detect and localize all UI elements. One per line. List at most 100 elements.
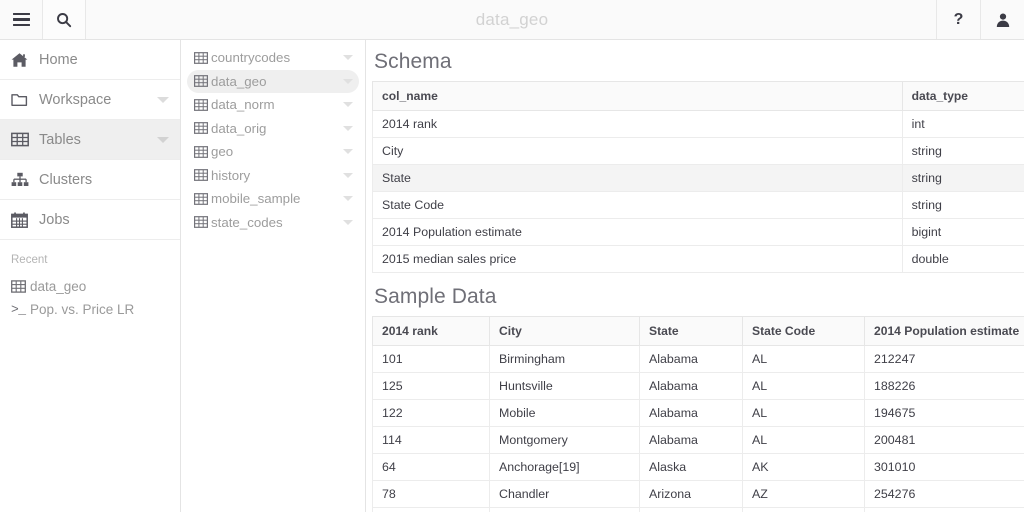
schema-heading: Schema <box>372 50 1024 81</box>
table-row[interactable]: 114 Montgomery Alabama AL 200481 <box>373 427 1024 454</box>
table-icon <box>194 216 211 228</box>
table-row[interactable]: State string <box>373 165 1024 192</box>
hamburger-icon <box>13 13 30 26</box>
sidebar-item-clusters[interactable]: Clusters <box>0 160 180 200</box>
top-bar-actions: ? <box>936 0 1024 39</box>
search-button[interactable] <box>43 0 86 39</box>
table-row[interactable]: 78 Chandler Arizona AZ 254276 <box>373 481 1024 508</box>
sample-cell-state: Alabama <box>640 346 743 373</box>
schema-cell-col-name: City <box>373 138 903 165</box>
recent-section: Recent data_geo >_ <box>0 240 180 321</box>
menu-button[interactable] <box>0 0 43 39</box>
sample-cell-rank: 64 <box>373 454 490 481</box>
table-icon <box>194 52 211 64</box>
account-button[interactable] <box>980 0 1024 39</box>
body: Home Workspace <box>0 40 1024 512</box>
table-list-item-data-orig[interactable]: data_orig <box>187 117 359 141</box>
table-row[interactable]: 125 Huntsville Alabama AL 188226 <box>373 373 1024 400</box>
table-icon <box>194 169 211 181</box>
sample-cell-city: Montgomery <box>490 427 640 454</box>
prompt-icon: >_ <box>11 302 30 317</box>
table-list-item-countrycodes[interactable]: countrycodes <box>187 46 359 70</box>
table-list-item-label: history <box>211 168 337 183</box>
sample-cell-population: 254276 <box>865 481 1024 508</box>
chevron-down-icon[interactable] <box>343 102 353 107</box>
schema-cell-data-type: string <box>902 138 1024 165</box>
sample-column-header[interactable]: State <box>640 317 743 346</box>
sample-cell-rank: 125 <box>373 373 490 400</box>
schema-cell-col-name: State Code <box>373 192 903 219</box>
sidebar-item-label: Clusters <box>39 172 169 188</box>
chevron-down-icon[interactable] <box>343 220 353 225</box>
sample-column-header[interactable]: 2014 Population estimate <box>865 317 1024 346</box>
sample-cell-state: Alabama <box>640 373 743 400</box>
table-row[interactable]: 122 Mobile Alabama AL 194675 <box>373 400 1024 427</box>
sample-cell-population: 239277 <box>865 508 1024 512</box>
sidebar-item-workspace[interactable]: Workspace <box>0 80 180 120</box>
schema-cell-data-type: int <box>902 111 1024 138</box>
help-button[interactable]: ? <box>936 0 980 39</box>
sample-cell-rank: 86 <box>373 508 490 512</box>
chevron-down-icon[interactable] <box>343 173 353 178</box>
sidebar-item-jobs[interactable]: Jobs <box>0 200 180 240</box>
schema-column-header[interactable]: col_name <box>373 82 903 111</box>
table-list-item-label: data_geo <box>211 74 337 89</box>
schema-column-header[interactable]: data_type <box>902 82 1024 111</box>
sample-cell-state-code: AZ <box>743 481 865 508</box>
sidebar-item-label: Jobs <box>39 212 169 228</box>
sample-header-row: 2014 rank City State State Code 2014 Pop… <box>373 317 1024 346</box>
sample-column-header[interactable]: 2014 rank <box>373 317 490 346</box>
sample-column-header[interactable]: City <box>490 317 640 346</box>
table-row[interactable]: State Code string <box>373 192 1024 219</box>
sample-cell-rank: 122 <box>373 400 490 427</box>
recent-item-label: Pop. vs. Price LR <box>30 302 134 317</box>
table-row[interactable]: City string <box>373 138 1024 165</box>
sample-cell-state: Arizona <box>640 508 743 512</box>
sidebar-item-home[interactable]: Home <box>0 40 180 80</box>
user-icon <box>995 12 1011 28</box>
chevron-down-icon[interactable] <box>343 79 353 84</box>
sample-cell-state: Alaska <box>640 454 743 481</box>
sample-cell-population: 188226 <box>865 373 1024 400</box>
recent-item-notebook[interactable]: >_ Pop. vs. Price LR <box>11 298 169 321</box>
table-list-item-label: countrycodes <box>211 50 337 65</box>
table-list-item-history[interactable]: history <box>187 164 359 188</box>
chevron-down-icon[interactable] <box>343 55 353 60</box>
table-list-item-label: state_codes <box>211 215 337 230</box>
table-list-item-label: data_orig <box>211 121 337 136</box>
sample-cell-state-code: AL <box>743 427 865 454</box>
table-list-item-label: geo <box>211 144 337 159</box>
sample-data-table: 2014 rank City State State Code 2014 Pop… <box>372 316 1024 512</box>
table-list-item-data-norm[interactable]: data_norm <box>187 93 359 117</box>
chevron-down-icon[interactable] <box>343 126 353 131</box>
table-row[interactable]: 2014 Population estimate bigint <box>373 219 1024 246</box>
table-row[interactable]: 101 Birmingham Alabama AL 212247 <box>373 346 1024 373</box>
table-list-item-geo[interactable]: geo <box>187 140 359 164</box>
chevron-down-icon[interactable] <box>343 196 353 201</box>
table-row[interactable]: 2014 rank int <box>373 111 1024 138</box>
table-icon <box>11 132 32 147</box>
sidebar-item-label: Tables <box>39 132 157 148</box>
sidebar-item-tables[interactable]: Tables <box>0 120 180 160</box>
table-row[interactable]: 2015 median sales price double <box>373 246 1024 273</box>
sample-cell-state: Alabama <box>640 427 743 454</box>
table-row[interactable]: 64 Anchorage[19] Alaska AK 301010 <box>373 454 1024 481</box>
table-list-item-mobile-sample[interactable]: mobile_sample <box>187 187 359 211</box>
sample-cell-rank: 78 <box>373 481 490 508</box>
table-list-item-state-codes[interactable]: state_codes <box>187 211 359 235</box>
sidebar: Home Workspace <box>0 40 181 512</box>
sample-cell-state-code: AL <box>743 400 865 427</box>
schema-body: 2014 rank int City string State string S… <box>373 111 1024 273</box>
table-icon <box>194 122 211 134</box>
table-icon <box>194 99 211 111</box>
schema-cell-col-name: State <box>373 165 903 192</box>
schema-cell-data-type: double <box>902 246 1024 273</box>
chevron-down-icon[interactable] <box>343 149 353 154</box>
table-row[interactable]: 86 Gilbert[20] Arizona AZ 239277 <box>373 508 1024 512</box>
recent-item-data-geo[interactable]: data_geo <box>11 275 169 298</box>
table-list-item-data-geo[interactable]: data_geo <box>187 70 359 94</box>
top-bar: data_geo ? <box>0 0 1024 40</box>
sample-column-header[interactable]: State Code <box>743 317 865 346</box>
schema-cell-data-type: string <box>902 165 1024 192</box>
sidebar-item-label: Home <box>39 52 169 68</box>
